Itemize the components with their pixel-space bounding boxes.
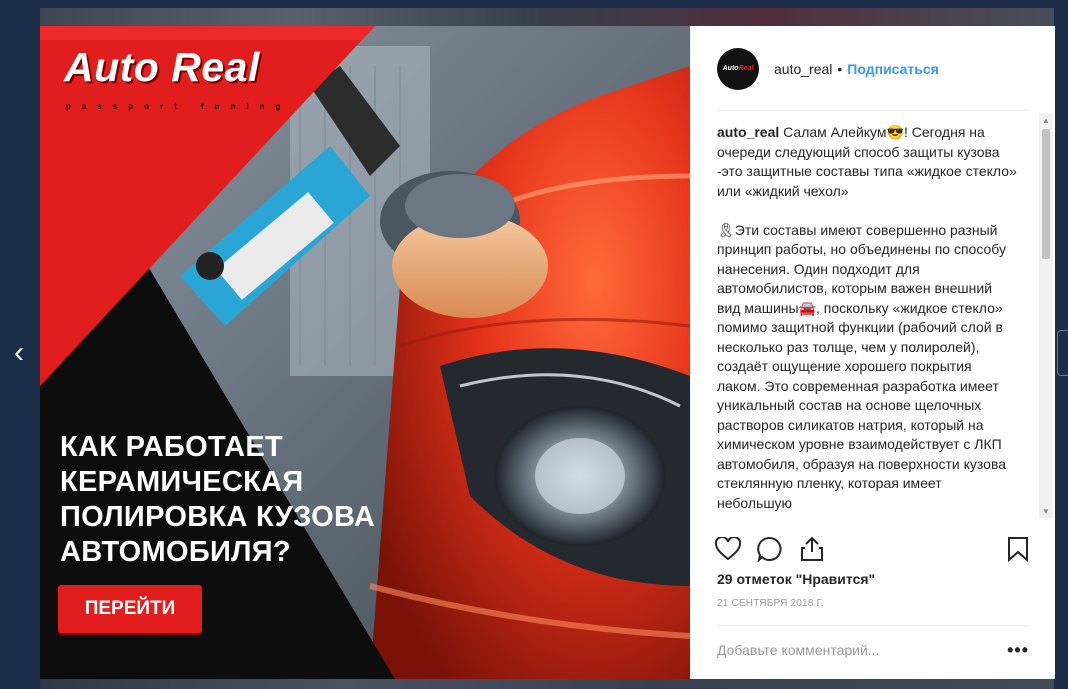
headline-line: КАК РАБОТАЕТ [60,431,284,463]
scroll-up-arrow-icon[interactable]: ▲ [1039,113,1053,127]
headline-line: ПОЛИРОВКА КУЗОВА [60,501,376,533]
post-date: 21 СЕНТЯБРЯ 2018 Г. [717,598,824,609]
like-button[interactable] [713,534,743,564]
caption-paragraph: auto_real Салам Алейкум😎! Сегодня на оче… [717,123,1017,201]
avatar-logo-icon: AutoReal [722,65,754,72]
post-headline: КАК РАБОТАЕТ КЕРАМИЧЕСКАЯ ПОЛИРОВКА КУЗО… [60,430,440,570]
username-link[interactable]: auto_real [774,61,832,77]
caption-text: 🎗Эти составы имеют совершенно разный при… [717,221,1007,511]
comment-input[interactable] [717,638,987,662]
follow-button[interactable]: Подписаться [847,61,939,77]
brand-logo: Auto Real passport tuning [60,44,310,120]
scroll-down-arrow-icon[interactable]: ▼ [1039,504,1053,518]
post-actions [713,531,1033,567]
post-image: Auto Real passport tuning КАК РАБОТАЕТ К… [40,26,690,679]
post-modal: Auto Real passport tuning КАК РАБОТАЕТ К… [40,26,1055,679]
post-artwork [40,26,690,679]
background-feed-top [40,8,1054,26]
post-header: AutoReal auto_real • Подписаться [691,26,1055,111]
share-icon [801,536,823,561]
chevron-left-icon: ‹ [14,336,24,369]
previous-post-button[interactable]: ‹ [6,336,32,370]
share-button[interactable] [797,534,827,564]
caption-scrollbar[interactable]: ▲ ▼ [1039,113,1053,518]
post-details-panel: AutoReal auto_real • Подписаться auto_re… [690,26,1055,679]
headline-line: КЕРАМИЧЕСКАЯ [60,466,304,498]
go-button[interactable]: ПЕРЕЙТИ [58,585,202,633]
more-options-button[interactable]: ••• [1007,638,1029,662]
caption-paragraph: 🎗Эти составы имеют совершенно разный при… [717,221,1017,514]
scrollbar-thumb[interactable] [1042,129,1050,259]
brand-name: Auto Real [64,44,260,90]
divider [717,625,1029,626]
save-button[interactable] [1003,534,1033,564]
heart-icon [715,537,741,561]
likes-count[interactable]: 29 отметок "Нравится" [717,571,875,587]
background-feed-bottom [40,679,1054,689]
bookmark-icon [1008,537,1028,562]
comment-button[interactable] [755,534,785,564]
caption-area[interactable]: auto_real Салам Алейкум😎! Сегодня на оче… [691,123,1055,517]
avatar[interactable]: AutoReal [717,47,759,90]
headline-line: АВТОМОБИЛЯ? [60,536,291,568]
post-caption: auto_real Салам Алейкум😎! Сегодня на оче… [691,123,1055,513]
next-post-button[interactable] [1057,330,1068,376]
comment-icon [757,536,782,562]
header-separator: • [837,60,843,77]
caption-username[interactable]: auto_real [717,124,779,140]
brand-tagline: passport tuning [66,102,292,111]
divider [717,110,1029,111]
